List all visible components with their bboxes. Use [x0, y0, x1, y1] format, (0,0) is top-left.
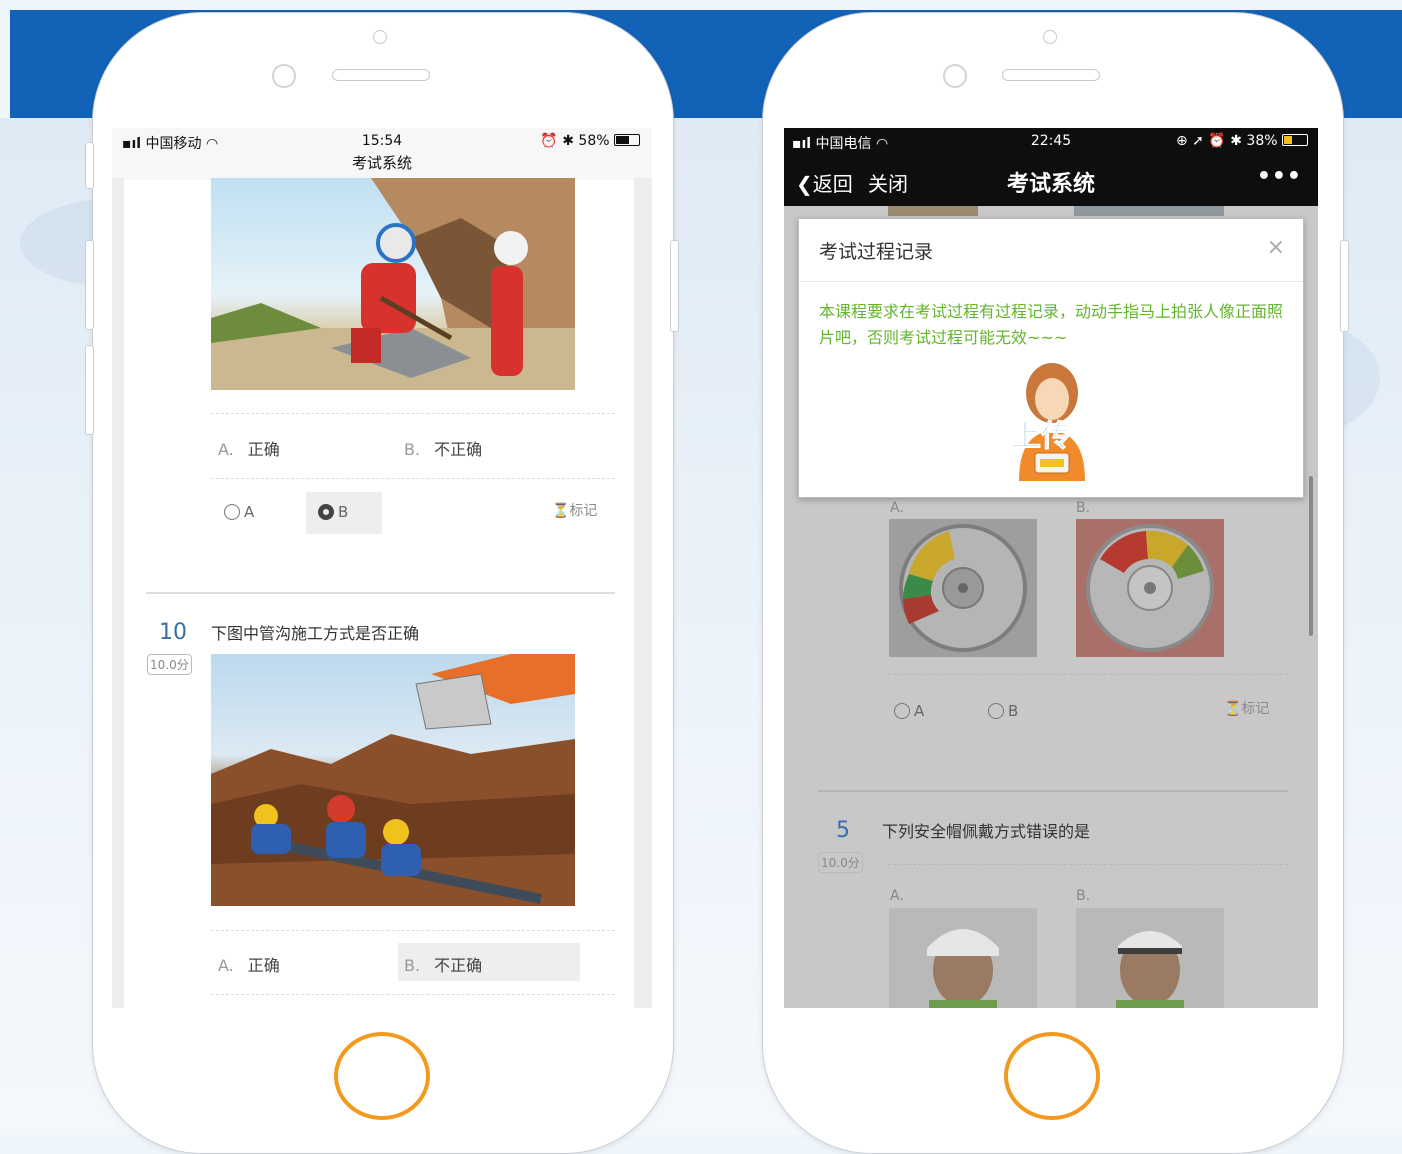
volume-up-button	[85, 240, 94, 330]
workers-digging-illustration	[211, 178, 575, 390]
page-gutter	[634, 178, 652, 1008]
option-a-label: A.	[890, 500, 904, 516]
power-button	[1340, 240, 1349, 332]
worker-helmet-photo	[927, 929, 999, 1008]
volume-down-button	[85, 345, 94, 435]
front-sensor	[1043, 30, 1057, 44]
answer-radio-b[interactable]: B	[988, 702, 1018, 720]
home-button[interactable]	[1004, 1032, 1100, 1120]
dimmed-page: A. B. A B ⏳标记 5 10.0分 下列安全帽佩戴方式错误的是 A. B…	[784, 206, 1318, 1008]
option-a: A. 正确	[218, 440, 280, 459]
power-button	[670, 240, 679, 332]
exam-record-dialog: 考试过程记录 × 本课程要求在考试过程有过程记录，动动手指马上拍张人像正面照片吧…	[798, 218, 1304, 498]
earpiece-speaker	[1002, 69, 1100, 81]
divider	[211, 413, 615, 414]
battery-icon	[1282, 134, 1308, 146]
scrollbar[interactable]	[1309, 476, 1313, 636]
divider	[211, 930, 615, 931]
divider	[211, 478, 615, 479]
location-icon: ➚	[1192, 133, 1204, 149]
front-camera	[943, 64, 967, 88]
flag-icon: ⏳	[1224, 701, 1242, 717]
radio-selected-icon	[318, 504, 334, 520]
upload-label: 上传	[1011, 419, 1072, 455]
status-bar: ▪ıl 中国移动 ◠ 15:54 考试系统 ⏰ ✱ 58%	[112, 128, 652, 180]
front-camera	[272, 64, 296, 88]
image-fragment	[1074, 206, 1224, 216]
gauge-image-b[interactable]	[1076, 519, 1224, 657]
radio-icon	[988, 703, 1004, 719]
question-score: 10.0分	[147, 654, 192, 675]
flag-icon: ⏳	[552, 503, 570, 519]
earpiece-speaker	[332, 69, 430, 81]
option-b-label: B.	[1076, 888, 1091, 904]
helmet-photo-b[interactable]	[1076, 908, 1224, 1008]
trench-excavation-illustration	[211, 654, 575, 906]
left-screen: ▪ıl 中国移动 ◠ 15:54 考试系统 ⏰ ✱ 58% A. 正确 B. 不…	[112, 128, 652, 1008]
answer-radio-a[interactable]: A	[224, 503, 254, 521]
gauge-image-a[interactable]	[889, 519, 1037, 657]
bluetooth-icon: ✱	[1230, 133, 1242, 149]
option-b-label: B.	[1076, 500, 1091, 516]
dialog-close-button[interactable]: ×	[1267, 235, 1285, 260]
lock-rotation-icon: ⊕	[1175, 133, 1188, 149]
radio-icon	[224, 504, 240, 520]
answer-radio-a[interactable]: A	[894, 702, 924, 720]
option-a-label: A.	[890, 888, 904, 904]
question-number: 10	[159, 620, 187, 645]
mute-switch	[85, 142, 94, 189]
option-b: B. 不正确	[404, 440, 483, 459]
pressure-gauge-illustration	[1086, 524, 1214, 652]
right-screen: ▪ıl 中国电信 ◠ 22:45 ⊕ ➚ ⏰ ✱ 38% ❮返回 关闭 考试系统…	[784, 128, 1318, 1008]
status-bar: ▪ıl 中国电信 ◠ 22:45 ⊕ ➚ ⏰ ✱ 38% ❮返回 关闭 考试系统…	[784, 128, 1318, 206]
battery-status: ⏰ ✱ 58%	[540, 133, 640, 149]
more-menu-button[interactable]: •••	[1257, 164, 1302, 189]
page-gutter	[112, 178, 124, 1008]
question-image[interactable]	[211, 178, 575, 390]
divider	[888, 864, 1288, 865]
front-sensor	[373, 30, 387, 44]
mark-button[interactable]: ⏳标记	[552, 500, 597, 520]
question-image[interactable]	[211, 654, 575, 906]
image-fragment	[888, 206, 978, 216]
question-text: 下图中管沟施工方式是否正确	[211, 624, 420, 643]
divider	[888, 674, 1288, 675]
dialog-title: 考试过程记录	[819, 241, 934, 263]
question-separator	[146, 592, 615, 594]
mark-button[interactable]: ⏳标记	[1224, 698, 1269, 718]
alarm-icon: ⏰	[540, 133, 558, 149]
question-score: 10.0分	[818, 852, 863, 873]
upload-photo-button[interactable]: 上传	[1007, 361, 1097, 481]
dialog-message: 本课程要求在考试过程有过程记录，动动手指马上拍张人像正面照片吧，否则考试过程可能…	[819, 302, 1284, 347]
home-button[interactable]	[334, 1032, 430, 1120]
divider	[211, 994, 615, 995]
answer-radio-b[interactable]: B	[318, 503, 348, 521]
page-title: 考试系统	[1006, 172, 1095, 197]
question-separator	[818, 790, 1288, 792]
worker-helmet-photo	[1116, 931, 1184, 1008]
option-a: A. 正确	[218, 956, 280, 975]
helmet-photo-a[interactable]	[889, 908, 1037, 1008]
divider	[799, 281, 1303, 282]
bluetooth-icon: ✱	[562, 133, 574, 149]
question-number: 5	[836, 818, 850, 843]
battery-icon	[614, 134, 640, 146]
battery-status: ⊕ ➚ ⏰ ✱ 38%	[1176, 133, 1308, 149]
pressure-gauge-illustration	[899, 524, 1027, 652]
page-title: 考试系统	[351, 154, 412, 172]
question-text: 下列安全帽佩戴方式错误的是	[882, 822, 1091, 841]
alarm-icon: ⏰	[1208, 133, 1226, 149]
radio-icon	[894, 703, 910, 719]
option-b: B. 不正确	[404, 956, 483, 975]
